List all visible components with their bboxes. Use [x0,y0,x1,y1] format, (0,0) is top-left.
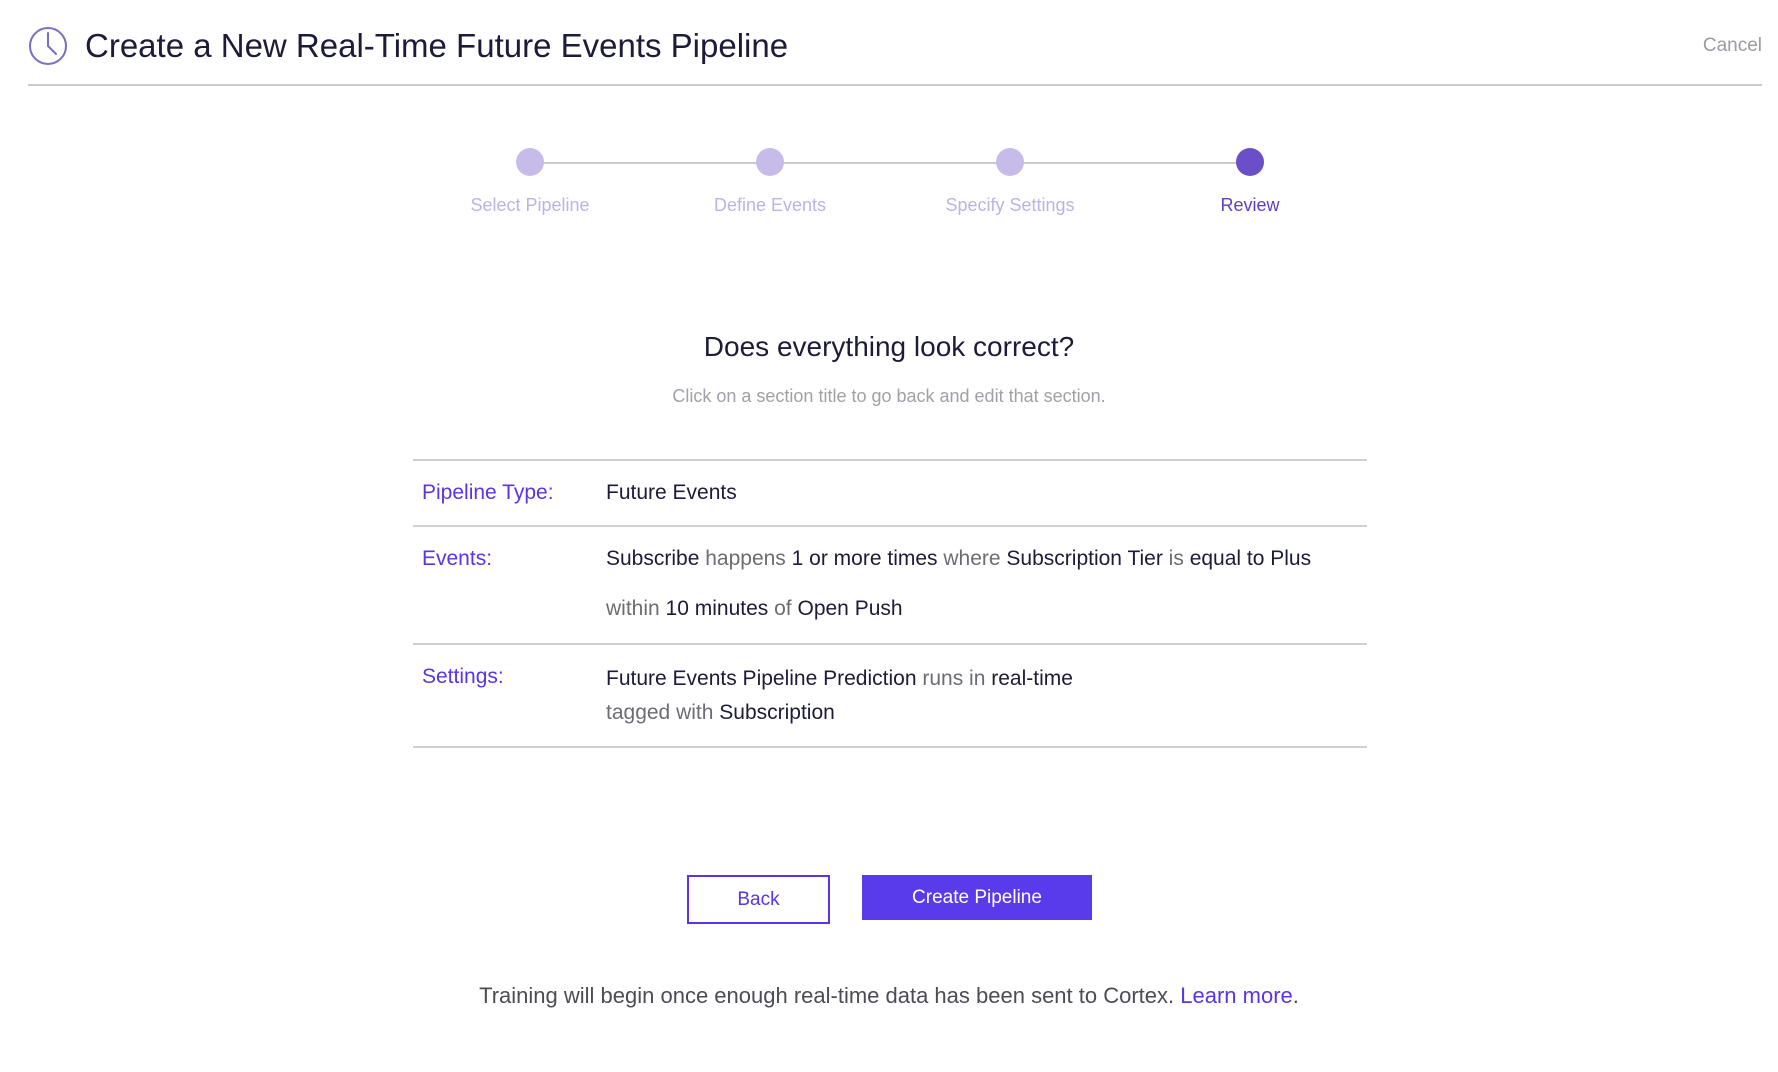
page-header: Create a New Real-Time Future Events Pip… [28,0,1762,86]
training-note: Training will begin once enough real-tim… [0,981,1778,1011]
cancel-link[interactable]: Cancel [1703,32,1762,60]
step-label: Review [1220,195,1280,215]
step-dot [756,148,784,176]
event-frequency: 1 or more times [791,547,938,570]
step-review[interactable]: Review [1150,148,1350,217]
step-define-events[interactable]: Define Events [670,148,870,217]
training-note-period: . [1292,983,1299,1008]
review-heading: Does everything look correct? [703,331,1075,362]
pipeline-type-title[interactable]: Pipeline Type: [422,478,554,508]
step-label: Select Pipeline [470,195,590,215]
step-specify-settings[interactable]: Specify Settings [910,148,1110,217]
summary-row-events: Events: Subscribe happens 1 or more time… [413,527,1367,645]
where-text: where [943,547,1001,570]
step-dot [516,148,544,176]
event-condition: equal to Plus [1189,547,1312,570]
step-label: Specify Settings [945,195,1075,215]
tagged-with-text: tagged with [606,701,714,724]
happens-text: happens [705,547,786,570]
pipeline-tag: Subscription [719,701,835,724]
settings-title[interactable]: Settings: [422,662,504,692]
step-label: Define Events [713,195,827,215]
pipeline-type-value: Future Events [606,481,737,504]
run-mode: real-time [991,667,1073,690]
settings-description: Future Events Pipeline Prediction runs i… [606,662,1367,730]
of-text: of [774,597,792,620]
within-text: within [606,597,660,620]
is-text: is [1168,547,1184,570]
events-description: Subscribe happens 1 or more times where … [606,534,1367,634]
back-button[interactable]: Back [687,875,830,924]
create-pipeline-button[interactable]: Create Pipeline [862,875,1092,920]
page-title: Create a New Real-Time Future Events Pip… [85,27,789,64]
review-summary: Pipeline Type: Future Events Events: Sub… [413,459,1367,748]
summary-row-settings: Settings: Future Events Pipeline Predict… [413,645,1367,748]
step-dot-active [1236,148,1264,176]
runs-in-text: runs in [922,667,986,690]
stepper-track [530,162,1250,164]
prediction-name: Future Events Pipeline Prediction [606,667,917,690]
clock-icon [29,27,67,65]
summary-row-pipeline-type: Pipeline Type: Future Events [413,461,1367,527]
step-select-pipeline[interactable]: Select Pipeline [430,148,630,217]
review-subheading: Click on a section title to go back and … [672,386,1106,406]
event-window: 10 minutes [665,597,769,620]
training-note-text: Training will begin once enough real-tim… [479,983,1181,1008]
anchor-event: Open Push [797,597,903,620]
events-title[interactable]: Events: [422,544,492,574]
event-name: Subscribe [606,547,700,570]
step-dot [996,148,1024,176]
learn-more-link[interactable]: Learn more [1180,983,1293,1008]
progress-stepper: Select Pipeline Define Events Specify Se… [470,148,1280,228]
event-property: Subscription Tier [1006,547,1163,570]
